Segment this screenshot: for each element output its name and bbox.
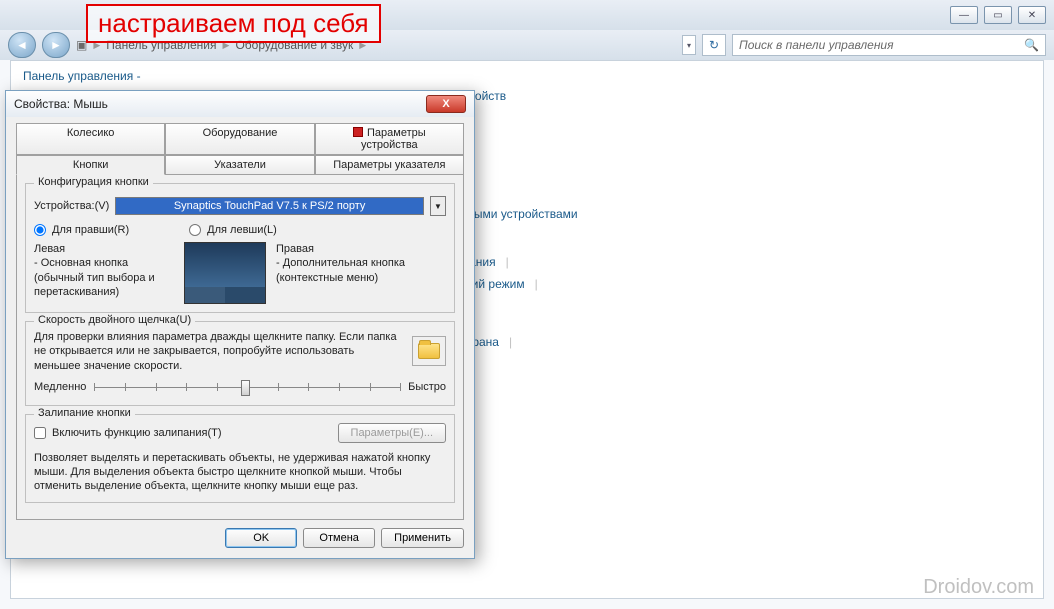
apply-button[interactable]: Применить: [381, 528, 464, 548]
tab-wheel[interactable]: Колесико: [16, 123, 165, 155]
clicklock-checkbox[interactable]: Включить функцию залипания(T): [34, 427, 222, 439]
tab-hardware[interactable]: Оборудование: [165, 123, 314, 155]
devices-label: Устройства:(V): [34, 200, 109, 212]
search-input[interactable]: Поиск в панели управления 🔍: [732, 34, 1046, 56]
search-icon: 🔍: [1024, 38, 1039, 52]
close-button[interactable]: ✕: [1018, 6, 1046, 24]
clicklock-desc: Позволяет выделять и перетаскивать объек…: [34, 451, 446, 494]
clicklock-params-button: Параметры(E)...: [338, 423, 446, 443]
tab-pointers[interactable]: Указатели: [165, 155, 314, 175]
legend: Конфигурация кнопки: [34, 176, 153, 188]
tab-device-params[interactable]: Параметры устройства: [315, 123, 464, 155]
legend: Залипание кнопки: [34, 407, 135, 419]
synaptics-icon: [353, 127, 363, 137]
folder-icon: [418, 343, 440, 359]
ok-button[interactable]: OK: [225, 528, 297, 548]
radio-right-handed[interactable]: Для правши(R): [34, 224, 129, 236]
maximize-button[interactable]: ▭: [984, 6, 1012, 24]
annotation-overlay: настраиваем под себя: [86, 4, 381, 43]
tab-pointer-params[interactable]: Параметры указателя: [315, 155, 464, 175]
fieldset-click-lock: Залипание кнопки Включить функцию залипа…: [25, 414, 455, 503]
tab-row-top: Колесико Оборудование Параметры устройст…: [16, 123, 464, 155]
slider-thumb[interactable]: [241, 380, 250, 396]
dialog-titlebar[interactable]: Свойства: Мышь X: [6, 91, 474, 117]
radio-left-handed[interactable]: Для левши(L): [189, 224, 277, 236]
legend: Скорость двойного щелчка(U): [34, 314, 195, 326]
slider-track[interactable]: [94, 377, 400, 397]
touchpad-image: [184, 242, 266, 304]
cancel-button[interactable]: Отмена: [303, 528, 375, 548]
fieldset-button-config: Конфигурация кнопки Устройства:(V) Synap…: [25, 183, 455, 313]
speed-desc: Для проверки влияния параметра дважды ще…: [34, 330, 402, 373]
tab-buttons[interactable]: Кнопки: [16, 155, 165, 175]
minimize-button[interactable]: —: [950, 6, 978, 24]
dialog-buttons: OK Отмена Применить: [16, 528, 464, 548]
device-select[interactable]: Synaptics TouchPad V7.5 к PS/2 порту: [115, 197, 424, 215]
close-icon[interactable]: X: [426, 95, 466, 113]
search-placeholder: Поиск в панели управления: [739, 38, 894, 52]
fast-label: Быстро: [408, 381, 446, 393]
left-button-desc: Левая - Основная кнопка (обычный тип выб…: [34, 242, 174, 299]
refresh-button[interactable]: ↻: [702, 34, 726, 56]
back-button[interactable]: ◄: [8, 32, 36, 58]
chevron-down-icon[interactable]: ▼: [430, 196, 446, 216]
forward-button[interactable]: ►: [42, 32, 70, 58]
tab-panel-buttons: Конфигурация кнопки Устройства:(V) Synap…: [16, 175, 464, 520]
speed-slider[interactable]: Медленно Быстро: [34, 377, 446, 397]
address-dropdown[interactable]: ▾: [682, 35, 696, 55]
test-folder[interactable]: [412, 336, 446, 366]
watermark: Droidov.com: [923, 576, 1034, 599]
right-button-desc: Правая - Дополнительная кнопка (контекст…: [276, 242, 446, 285]
mouse-properties-dialog: Свойства: Мышь X Колесико Оборудование П…: [5, 90, 475, 559]
fieldset-double-click-speed: Скорость двойного щелчка(U) Для проверки…: [25, 321, 455, 406]
dialog-body: Колесико Оборудование Параметры устройст…: [6, 117, 474, 558]
tab-row-bottom: Кнопки Указатели Параметры указателя: [16, 155, 464, 175]
dialog-title: Свойства: Мышь: [14, 97, 108, 111]
slow-label: Медленно: [34, 381, 86, 393]
